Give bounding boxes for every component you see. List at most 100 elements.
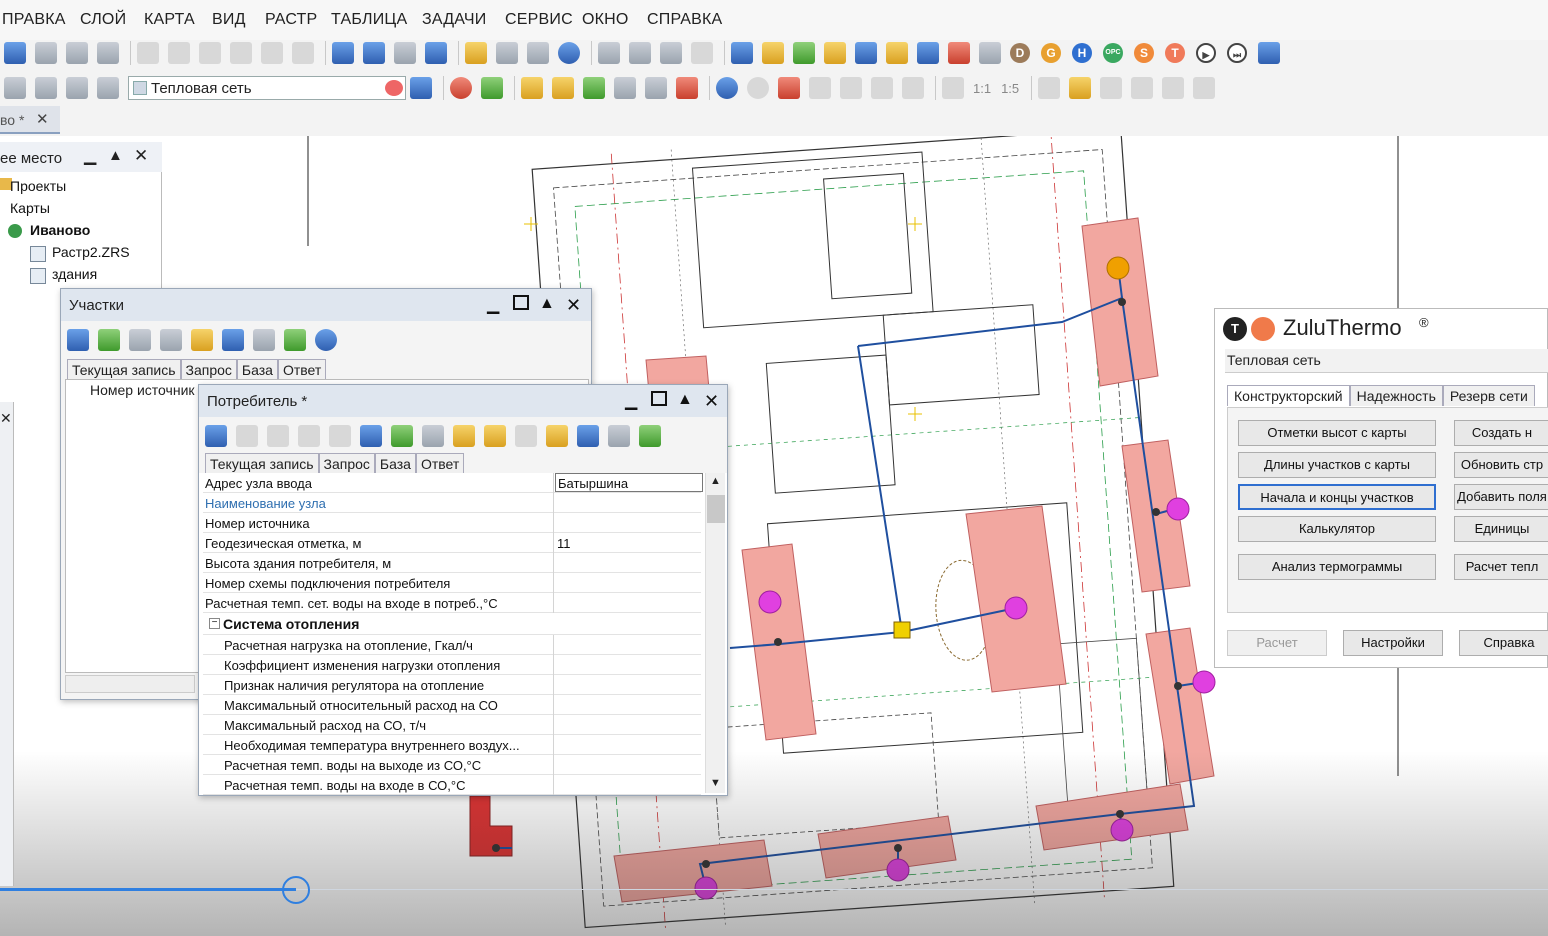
list-settings-icon[interactable]	[979, 42, 1001, 64]
print-icon[interactable]	[253, 329, 275, 351]
close-icon[interactable]: ✕	[0, 410, 12, 427]
menu-raster[interactable]: РАСТР	[265, 11, 317, 29]
network-icon[interactable]	[731, 42, 753, 64]
search-icon[interactable]	[129, 329, 151, 351]
route-up-icon[interactable]	[840, 77, 862, 99]
zulu-layer-field[interactable]: Тепловая сеть	[1225, 349, 1548, 373]
prop-row[interactable]: Номер источника	[203, 513, 701, 533]
apply-icon[interactable]	[484, 425, 506, 447]
shape-4-icon[interactable]	[1131, 77, 1154, 99]
locate-icon[interactable]	[676, 77, 698, 99]
delete-icon[interactable]	[230, 42, 252, 64]
find-group-icon[interactable]	[645, 77, 667, 99]
plugin-s-icon[interactable]: S	[1134, 43, 1154, 63]
tab-answer[interactable]: Ответ	[277, 359, 327, 380]
save-icon[interactable]	[4, 42, 26, 64]
query-icon[interactable]	[527, 42, 549, 64]
pump-icon[interactable]	[793, 42, 815, 64]
skip-icon[interactable]: ⏭	[1227, 43, 1247, 63]
tab-base[interactable]: База	[374, 453, 416, 474]
delete-record-icon[interactable]	[191, 329, 213, 351]
prop-row[interactable]: Наименование узла	[203, 493, 701, 513]
prop-row[interactable]: Необходимая температура внутреннего возд…	[203, 735, 701, 755]
prop-value-input[interactable]: Батыршина	[555, 473, 703, 492]
chart-icon[interactable]	[1258, 42, 1280, 64]
tree-item-raster[interactable]: Растр2.ZRS	[52, 244, 130, 260]
vertical-scrollbar[interactable]: ▲ ▼	[705, 473, 725, 793]
shape-5-icon[interactable]	[1162, 77, 1185, 99]
heat-calc-button[interactable]: Расчет тепл	[1454, 554, 1548, 580]
add-icon[interactable]	[425, 42, 447, 64]
plugin-opc-icon[interactable]: OPC	[1103, 43, 1123, 63]
heights-from-map-button[interactable]: Отметки высот с карты	[1238, 420, 1436, 446]
shape-2-icon[interactable]	[1069, 77, 1092, 99]
route-node-icon[interactable]	[871, 77, 893, 99]
close-icon[interactable]: ✕	[36, 110, 49, 128]
pencil-icon[interactable]	[410, 77, 432, 99]
plugin-g-icon[interactable]: G	[1041, 43, 1061, 63]
list-icon[interactable]	[394, 42, 416, 64]
prop-row[interactable]: Коэффициент изменения нагрузки отопления	[203, 655, 701, 675]
route-icon[interactable]	[809, 77, 831, 99]
help-icon[interactable]	[558, 42, 580, 64]
layer-edit-icon[interactable]	[35, 77, 57, 99]
timeline-handle[interactable]	[282, 876, 310, 904]
excel-icon[interactable]	[639, 425, 661, 447]
prop-row[interactable]: Расчетная темп. воды на входе в СО,°С	[203, 775, 701, 795]
units-button[interactable]: Единицы	[1454, 516, 1548, 542]
tab-query[interactable]: Запрос	[180, 359, 237, 380]
plugin-h-icon[interactable]: H	[1072, 43, 1092, 63]
menu-tasks[interactable]: ЗАДАЧИ	[422, 11, 487, 29]
scale-1-1[interactable]: 1:1	[973, 81, 991, 96]
source-icon[interactable]	[824, 42, 846, 64]
tab-current-record[interactable]: Текущая запись	[67, 359, 181, 380]
menu-edit[interactable]: ПРАВКА	[2, 11, 66, 29]
graph-red-icon[interactable]	[948, 42, 970, 64]
paste-icon[interactable]	[199, 42, 221, 64]
add-fields-button[interactable]: Добавить поля	[1454, 484, 1548, 510]
calculator-button[interactable]: Калькулятор	[1238, 516, 1436, 542]
scroll-up-icon[interactable]: ▲	[710, 475, 721, 487]
prop-group-row[interactable]: − Система отопления	[203, 613, 701, 635]
prop-row[interactable]: Высота здания потребителя, м	[203, 553, 701, 573]
search-icon[interactable]	[422, 425, 444, 447]
tree-item-ivanovo[interactable]: Иваново	[30, 222, 90, 238]
scale-1-5[interactable]: 1:5	[1001, 81, 1019, 96]
layer-select-icon[interactable]	[66, 77, 88, 99]
edit-icon[interactable]	[465, 42, 487, 64]
new-record-icon[interactable]	[453, 425, 475, 447]
prop-row[interactable]: Геодезическая отметка, м 11	[203, 533, 701, 553]
layer-props-icon[interactable]	[97, 77, 119, 99]
prop-row[interactable]: Адрес узла ввода Батыршина	[203, 473, 703, 493]
find-sql-icon[interactable]	[614, 77, 636, 99]
print-icon[interactable]	[608, 425, 630, 447]
plugin-d-icon[interactable]: D	[1010, 43, 1030, 63]
prop-row[interactable]: Расчетная нагрузка на отопление, Гкал/ч	[203, 635, 701, 655]
next-record-icon[interactable]	[298, 425, 320, 447]
plugin-t-icon[interactable]: T	[1165, 43, 1185, 63]
save-icon[interactable]	[222, 329, 244, 351]
document-tab[interactable]: во * ✕	[0, 106, 60, 134]
graph-compare-icon[interactable]	[917, 42, 939, 64]
menu-view[interactable]: ВИД	[212, 11, 246, 29]
properties-icon[interactable]	[332, 42, 354, 64]
tree-item-maps[interactable]: Карты	[10, 200, 50, 216]
excel-icon[interactable]	[284, 329, 306, 351]
refresh-icon[interactable]	[391, 425, 413, 447]
prop-row[interactable]: Расчетная темп. воды на выходе из СО,°С	[203, 755, 701, 775]
undo-icon[interactable]	[261, 42, 283, 64]
collapse-icon[interactable]: ▲	[539, 295, 555, 313]
doc-edit-icon[interactable]	[629, 42, 651, 64]
geo-search-icon[interactable]	[450, 77, 472, 99]
view-mode-icon[interactable]	[67, 329, 89, 351]
copy-icon[interactable]	[168, 42, 190, 64]
close-icon[interactable]: ✕	[566, 295, 581, 316]
tree-item-buildings[interactable]: здания	[52, 266, 97, 282]
create-button[interactable]: Создать н	[1454, 420, 1548, 446]
close-icon[interactable]: ✕	[704, 391, 719, 412]
measure-icon[interactable]	[1193, 77, 1216, 99]
tab-current-record[interactable]: Текущая запись	[205, 453, 319, 474]
tab-base[interactable]: База	[236, 359, 278, 380]
web-icon[interactable]	[315, 329, 337, 351]
scroll-thumb[interactable]	[707, 495, 725, 523]
